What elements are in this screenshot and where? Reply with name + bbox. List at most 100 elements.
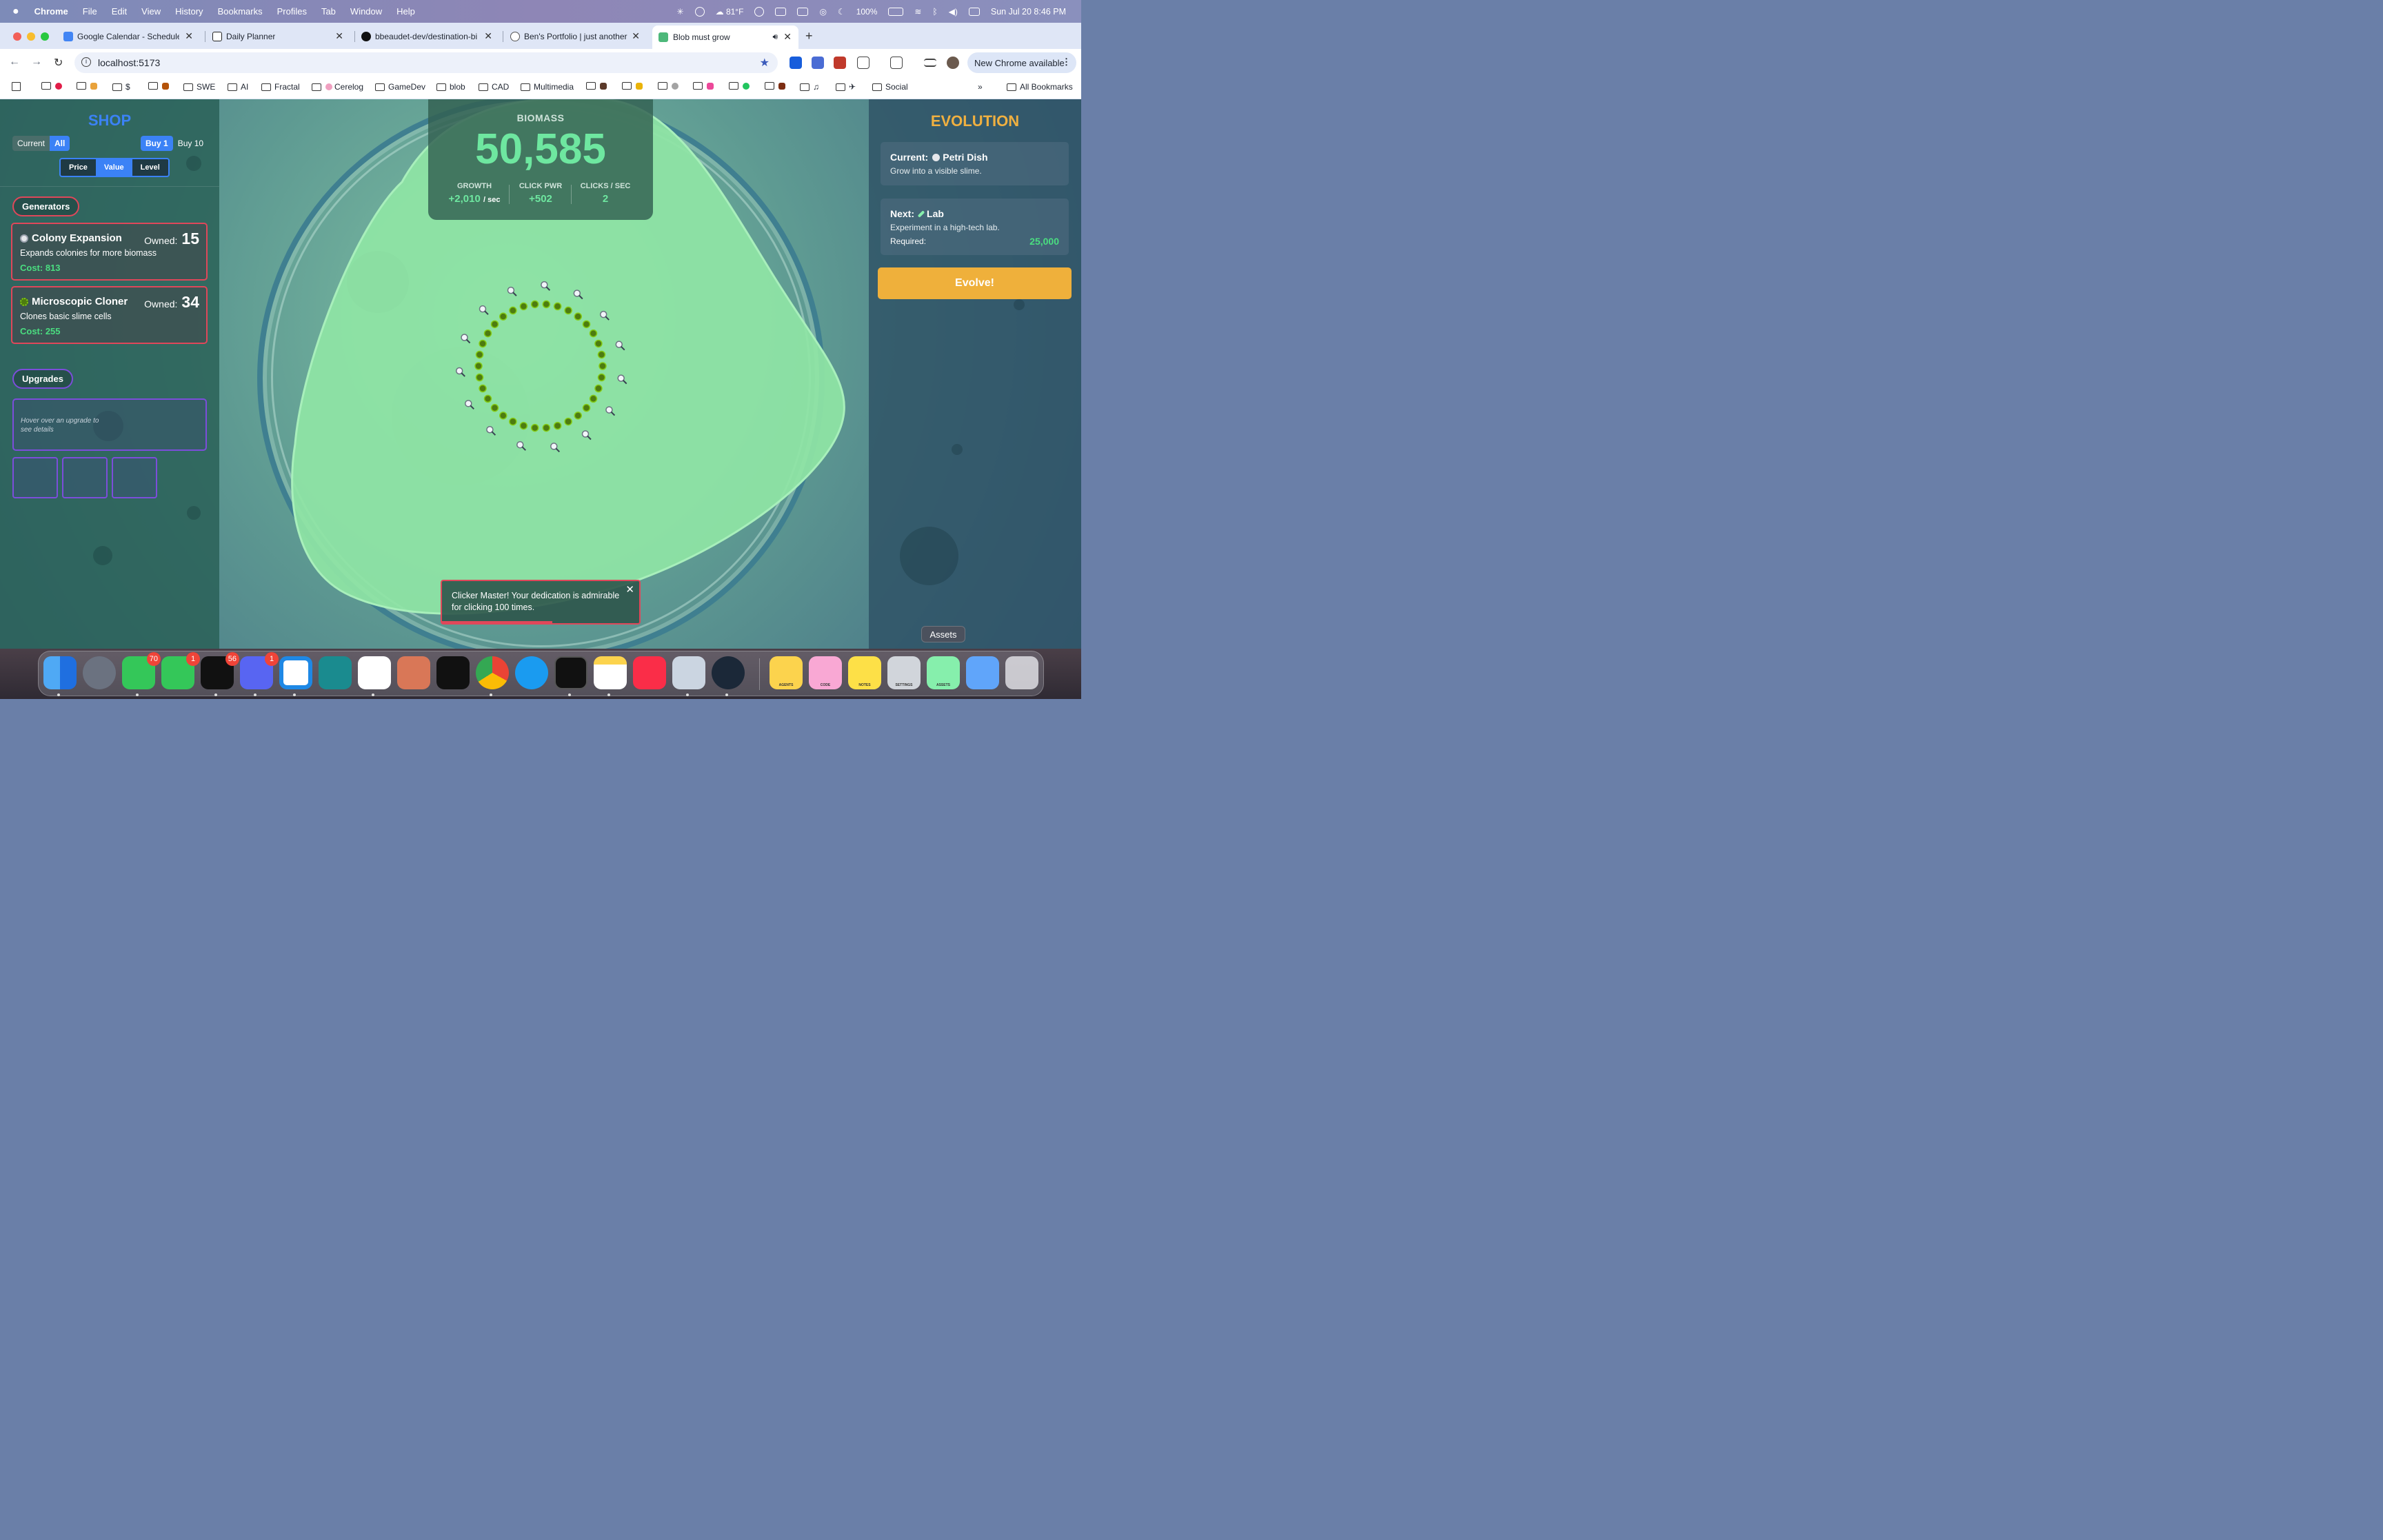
volume-icon[interactable]: ◀) — [949, 7, 958, 17]
bookmark-folder-misc-3[interactable] — [658, 82, 678, 90]
code-folder-icon[interactable]: CODE — [809, 656, 842, 689]
notes-icon[interactable] — [594, 656, 627, 689]
notes-folder-icon[interactable]: NOTES — [848, 656, 881, 689]
bookmark-folder-heart[interactable] — [41, 82, 62, 90]
bitwarden-extension-icon[interactable] — [790, 57, 802, 69]
close-window-icon[interactable] — [13, 32, 21, 41]
bookmark-folder-dollar[interactable]: $ — [112, 82, 130, 92]
close-tab-icon[interactable]: ✕ — [185, 30, 193, 42]
wifi-icon[interactable]: ≋ — [914, 7, 921, 17]
control-center-icon[interactable] — [968, 7, 980, 16]
generator-card-microscopic-cloner[interactable]: Microscopic Cloner Owned: 34 Clones basic… — [11, 286, 208, 344]
trash-icon[interactable] — [1005, 656, 1038, 689]
new-chrome-available-button[interactable]: New Chrome available ⋮ — [967, 52, 1076, 73]
tab-daily-planner[interactable]: Daily Planner ✕ — [211, 26, 350, 47]
n-extension-icon[interactable] — [812, 57, 824, 69]
buy-10-button[interactable]: Buy 10 — [173, 136, 208, 151]
chrome-icon[interactable] — [476, 656, 509, 689]
system-settings-icon[interactable] — [83, 656, 116, 689]
upgrade-slot[interactable] — [112, 457, 157, 498]
buy-1-button[interactable]: Buy 1 — [141, 136, 173, 151]
close-toast-icon[interactable]: ✕ — [625, 584, 634, 596]
safari-icon[interactable] — [515, 656, 548, 689]
menu-app-name[interactable]: Chrome — [34, 6, 68, 17]
zoom-window-icon[interactable] — [41, 32, 49, 41]
menu-window[interactable]: Window — [350, 6, 382, 17]
address-bar[interactable]: i localhost:5173 ★ — [74, 52, 778, 73]
chatgpt-icon[interactable] — [358, 656, 391, 689]
downloads-folder-icon[interactable] — [966, 656, 999, 689]
generators-section-label[interactable]: Generators — [12, 196, 80, 216]
more-bookmarks-icon[interactable]: » — [978, 82, 983, 92]
bookmark-folder-travel[interactable]: ✈ — [836, 82, 856, 92]
all-bookmarks-folder[interactable]: All Bookmarks — [1007, 82, 1073, 92]
bookmark-folder-cerelog[interactable]: Cerelog — [312, 82, 363, 92]
site-info-icon[interactable]: i — [81, 57, 91, 67]
bluetooth-icon[interactable]: ᛒ — [932, 7, 937, 17]
minimize-window-icon[interactable] — [27, 32, 35, 41]
bookmark-folder-ai[interactable]: AI — [228, 82, 248, 92]
menu-profiles[interactable]: Profiles — [277, 6, 307, 17]
vscode-icon[interactable] — [279, 656, 312, 689]
finder-icon[interactable] — [43, 656, 77, 689]
apps-grid-icon[interactable] — [12, 82, 21, 91]
menu-view[interactable]: View — [141, 6, 161, 17]
bookmark-folder-house[interactable] — [148, 82, 169, 90]
steam-icon[interactable] — [712, 656, 745, 689]
audio-playing-icon[interactable]: 🔊︎ — [772, 32, 778, 42]
profile-avatar[interactable] — [947, 57, 959, 69]
bookmark-folder-misc-1[interactable] — [586, 82, 607, 90]
petri-dish-area[interactable]: BIOMASS 50,585 GROWTH +2,010 / sec CLICK… — [219, 99, 869, 649]
menu-edit[interactable]: Edit — [112, 6, 127, 17]
menu-tab[interactable]: Tab — [321, 6, 336, 17]
bookmark-folder-gamedev[interactable]: GameDev — [375, 82, 425, 92]
new-tab-button[interactable]: + — [805, 29, 813, 43]
bookmark-folder-social[interactable]: Social — [872, 82, 908, 92]
apple-icon[interactable]: ● — [12, 6, 19, 18]
messages-icon[interactable]: 70 — [122, 652, 161, 689]
menu-help[interactable]: Help — [396, 6, 415, 17]
bookmark-folder-misc-2[interactable] — [622, 82, 643, 90]
bookmark-folder-swe[interactable]: SWE — [183, 82, 215, 92]
music-icon[interactable] — [633, 656, 666, 689]
bookmark-folder-misc-5[interactable] — [729, 82, 750, 90]
facetime-icon[interactable]: 1 — [161, 652, 200, 689]
discord-icon[interactable]: 1 — [240, 652, 279, 689]
close-tab-icon[interactable]: ✕ — [783, 31, 792, 43]
sort-price-button[interactable]: Price — [61, 159, 96, 176]
tab-portfolio[interactable]: Ben's Portfolio | just another ✕ — [509, 26, 647, 47]
tab-google-calendar[interactable]: Google Calendar - Schedule ✕ — [62, 26, 200, 47]
weather-readout[interactable]: ☁ 81°F — [716, 7, 744, 17]
window-grid-icon[interactable] — [775, 7, 787, 16]
menu-history[interactable]: History — [175, 6, 203, 17]
battery-icon[interactable] — [888, 7, 904, 16]
close-tab-icon[interactable]: ✕ — [632, 30, 640, 42]
back-icon[interactable]: ← — [9, 56, 20, 68]
url-text[interactable]: localhost:5173 — [98, 57, 160, 68]
claude-app-icon[interactable] — [397, 656, 430, 689]
kebab-menu-icon[interactable]: ⋮ — [1062, 57, 1071, 68]
assets-folder-icon[interactable]: ASSETS — [927, 656, 960, 689]
bookmark-folder-fractal[interactable]: Fractal — [261, 82, 300, 92]
reload-icon[interactable]: ↻ — [54, 56, 63, 70]
filter-all-button[interactable]: All — [50, 136, 70, 151]
moon-icon[interactable]: ☾ — [838, 7, 845, 17]
menu-bookmarks[interactable]: Bookmarks — [218, 6, 263, 17]
play-icon[interactable] — [754, 6, 765, 17]
bookmark-folder-pill[interactable] — [77, 82, 97, 90]
bookmark-folder-music[interactable]: ♫ — [800, 82, 819, 92]
unity-icon[interactable] — [436, 656, 470, 689]
preview-icon[interactable] — [672, 656, 705, 689]
upgrade-slot[interactable] — [62, 457, 108, 498]
clock[interactable]: Sun Jul 20 8:46 PM — [991, 7, 1066, 17]
display-icon[interactable] — [797, 7, 809, 16]
sort-value-button[interactable]: Value — [95, 159, 132, 176]
tab-github[interactable]: bbeaudet-dev/destination-bi ✕ — [360, 26, 499, 47]
upgrades-section-label[interactable]: Upgrades — [12, 369, 73, 389]
stack-app-icon[interactable]: 56 — [201, 652, 239, 689]
forward-icon[interactable]: → — [31, 56, 42, 68]
openai-icon[interactable] — [694, 6, 705, 17]
upgrade-slot[interactable] — [12, 457, 58, 498]
bookmark-folder-multimedia[interactable]: Multimedia — [521, 82, 574, 92]
close-tab-icon[interactable]: ✕ — [484, 30, 492, 42]
